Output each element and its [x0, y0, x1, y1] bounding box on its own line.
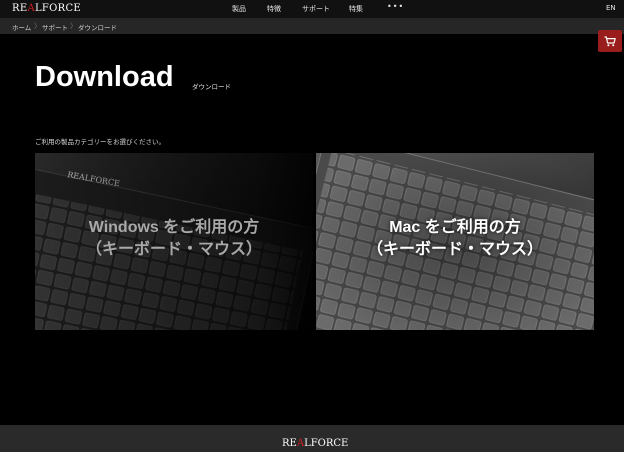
language-switch-en[interactable]: EN [606, 4, 616, 12]
windows-card-label: Windows をご利用の方 （キーボード・マウス） [35, 217, 313, 261]
page-footer: REALFORCE [0, 425, 624, 452]
page-subtitle: ダウンロード [192, 83, 231, 91]
site-logo[interactable]: REALFORCE [12, 3, 81, 14]
logo-text-post: LFORCE [34, 3, 82, 14]
breadcrumb-support[interactable]: サポート [42, 22, 68, 32]
nav-item-features[interactable]: 特徴 [267, 4, 281, 14]
mac-card-title: Mac をご利用の方 [389, 219, 521, 236]
breadcrumb-separator-icon: 〉 [70, 22, 77, 30]
nav-more-button[interactable]: ••• [387, 2, 404, 11]
nav-item-products[interactable]: 製品 [232, 4, 246, 14]
top-navigation-bar: REALFORCE 製品 特徴 サポート 特集 ••• EN [0, 0, 624, 18]
logo-text-accent: A [27, 3, 35, 14]
mac-category-card[interactable]: Mac をご利用の方 （キーボード・マウス） [316, 153, 594, 330]
breadcrumb-separator-icon: 〉 [34, 22, 41, 30]
windows-card-title: Windows をご利用の方 [88, 219, 260, 236]
footer-logo[interactable]: REALFORCE [282, 438, 348, 449]
category-prompt: ご利用の製品カテゴリーをお選びください。 [35, 138, 165, 146]
footer-logo-text-post: LFORCE [304, 438, 349, 449]
windows-category-card[interactable]: REALFORCE Windows をご利用の方 （キーボード・マウス） [35, 153, 313, 330]
footer-logo-text-accent: A [296, 438, 305, 449]
cart-button[interactable] [598, 30, 622, 52]
logo-text-pre: RE [12, 3, 28, 14]
windows-card-subtitle: （キーボード・マウス） [85, 241, 262, 258]
breadcrumb: ホーム 〉 サポート 〉 ダウンロード [0, 18, 624, 34]
footer-logo-text-pre: RE [282, 438, 297, 449]
mac-card-subtitle: （キーボード・マウス） [366, 241, 543, 258]
nav-item-specials[interactable]: 特集 [349, 4, 363, 14]
page-title: Download [35, 61, 174, 93]
cart-icon [604, 35, 616, 46]
nav-item-support[interactable]: サポート [302, 4, 330, 14]
breadcrumb-home[interactable]: ホーム [12, 22, 31, 32]
breadcrumb-download: ダウンロード [78, 24, 117, 32]
mac-card-label: Mac をご利用の方 （キーボード・マウス） [316, 217, 594, 261]
